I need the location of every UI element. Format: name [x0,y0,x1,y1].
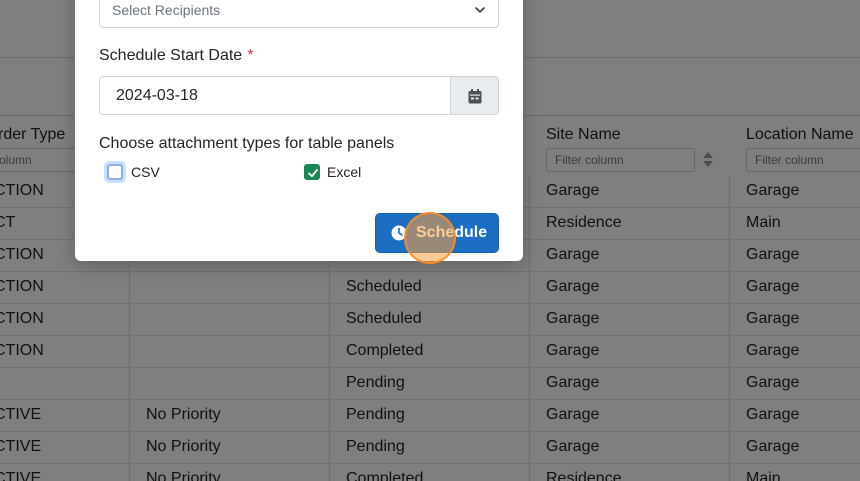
chevron-down-icon [475,7,485,13]
recipients-select[interactable]: Select Recipients [99,0,499,28]
schedule-button[interactable]: Schedule [375,213,499,253]
schedule-button-label: Schedule [416,224,488,241]
required-mark: * [247,47,254,64]
recipients-placeholder: Select Recipients [112,2,221,18]
clock-icon [391,225,407,241]
excel-checkbox[interactable] [304,164,320,180]
calendar-button[interactable] [450,76,499,115]
calendar-icon [468,89,482,104]
start-date-input[interactable]: 2024-03-18 [99,76,451,115]
csv-checkbox[interactable] [107,164,123,180]
excel-label: Excel [327,164,362,180]
attachment-types-label: Choose attachment types for table panels [99,135,395,152]
schedule-modal: Select Recipients Schedule Start Date * 2… [75,0,523,261]
check-icon [308,169,318,178]
csv-label: CSV [131,164,160,180]
start-date-label: Schedule Start Date * [99,47,254,64]
